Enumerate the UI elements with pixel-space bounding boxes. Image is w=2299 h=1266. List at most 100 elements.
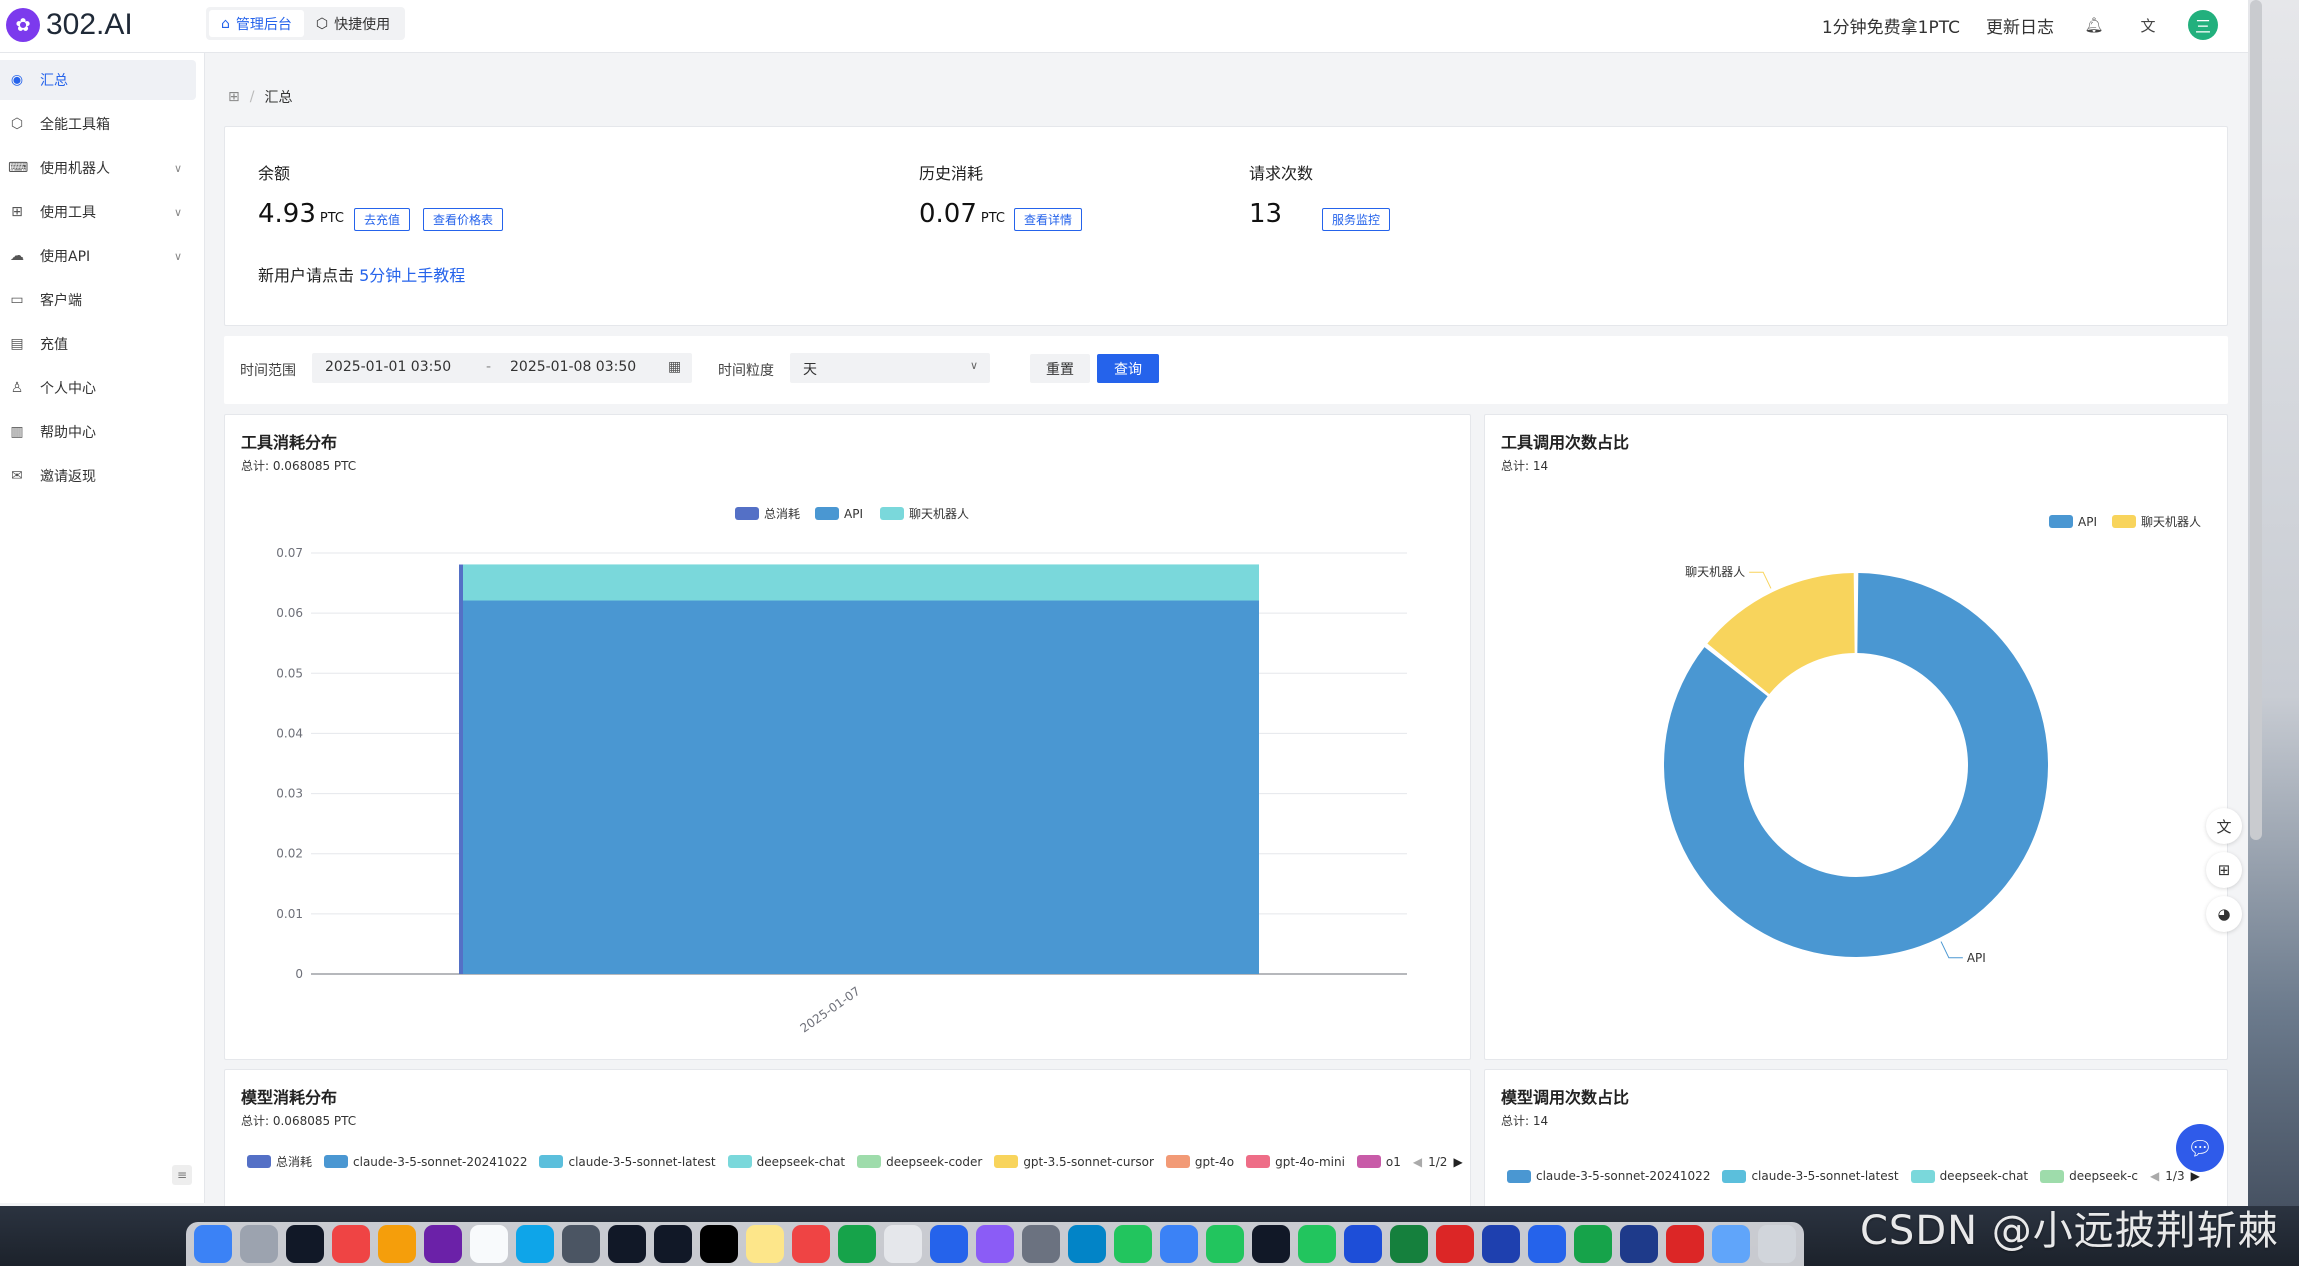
dock-app-icon[interactable] — [1620, 1225, 1658, 1263]
dock-app-icon[interactable] — [1712, 1225, 1750, 1263]
assistant-icon[interactable]: ◕ — [2206, 896, 2242, 932]
start-date[interactable]: 2025-01-01 03:50 — [325, 359, 451, 375]
sidebar-item-toolbox[interactable]: ⬡ 全能工具箱 — [0, 104, 196, 144]
dock-app-icon[interactable] — [194, 1225, 232, 1263]
legend-item[interactable]: gpt-4o — [1165, 1155, 1234, 1169]
dock-app-icon[interactable] — [332, 1225, 370, 1263]
dock-app-icon[interactable] — [1482, 1225, 1520, 1263]
app-logo[interactable]: ✿ 302.AI — [6, 8, 133, 42]
changelog-link[interactable]: 更新日志 — [1986, 13, 2054, 38]
legend-item[interactable]: deepseek-coder — [857, 1155, 982, 1169]
dock-app-icon[interactable] — [240, 1225, 278, 1263]
legend-label: deepseek-c — [2069, 1169, 2139, 1183]
dock-app-icon[interactable] — [884, 1225, 922, 1263]
granularity-select[interactable]: 天 ∨ — [790, 353, 990, 383]
date-range-picker[interactable]: 2025-01-01 03:50 - 2025-01-08 03:50 ▦ — [312, 353, 692, 383]
reset-button[interactable]: 重置 — [1030, 354, 1090, 383]
legend-item[interactable]: gpt-3.5-sonnet-cursor — [994, 1155, 1154, 1169]
watermark: CSDN @小远披荆斩棘 — [1860, 1208, 2279, 1254]
dock-app-icon[interactable] — [516, 1225, 554, 1263]
chat-icon[interactable]: 💬︎ — [2176, 1124, 2224, 1172]
translate-icon[interactable]: 文 — [2206, 808, 2242, 844]
dock-app-icon[interactable] — [378, 1225, 416, 1263]
tutorial-link[interactable]: 5分钟上手教程 — [359, 266, 465, 285]
vertical-scrollbar[interactable] — [2250, 0, 2262, 840]
legend-label: API — [2078, 515, 2097, 529]
y-tick-label: 0.04 — [276, 726, 303, 740]
dock-app-icon[interactable] — [838, 1225, 876, 1263]
dock-app-icon[interactable] — [562, 1225, 600, 1263]
dock-app-icon[interactable] — [1758, 1225, 1796, 1263]
breadcrumb: ⊞ / 汇总 — [228, 87, 292, 107]
dock-app-icon[interactable] — [1022, 1225, 1060, 1263]
translate-icon[interactable]: 文 — [2134, 11, 2162, 39]
sidebar-item-client[interactable]: ▭ 客户端 — [0, 280, 196, 320]
dock-app-icon[interactable] — [1252, 1225, 1290, 1263]
query-button[interactable]: 查询 — [1097, 354, 1159, 383]
apps-icon[interactable]: ⊞ — [2206, 852, 2242, 888]
dock-app-icon[interactable] — [1528, 1225, 1566, 1263]
legend-item[interactable]: claude-3-5-sonnet-latest — [1722, 1169, 1899, 1183]
dock-app-icon[interactable] — [746, 1225, 784, 1263]
dock-app-icon[interactable] — [424, 1225, 462, 1263]
price-list-button[interactable]: 查看价格表 — [423, 208, 504, 231]
sidebar-item-profile[interactable]: ♙ 个人中心 — [0, 368, 196, 408]
history-value: 0.07 PTC — [919, 199, 1005, 229]
sidebar-item-robots[interactable]: ⌨ 使用机器人 ∨ — [0, 148, 196, 188]
legend-item[interactable]: deepseek-chat — [1910, 1169, 2028, 1183]
sidebar-item-recharge[interactable]: ▤ 充值 — [0, 324, 196, 364]
model-calls-card: 模型调用次数占比 总计: 14 claude-3-5-sonnet-202410… — [1484, 1069, 2228, 1209]
legend-item[interactable]: claude-3-5-sonnet-latest — [539, 1155, 716, 1169]
tab-quick-use[interactable]: ⬡ 快捷使用 — [304, 10, 402, 37]
legend-item[interactable]: gpt-4o-mini — [1246, 1155, 1345, 1169]
calendar-icon[interactable]: ▦ — [668, 359, 681, 375]
dock-app-icon[interactable] — [1344, 1225, 1382, 1263]
dashboard-icon: ◉ — [10, 72, 24, 88]
dock-app-icon[interactable] — [1298, 1225, 1336, 1263]
legend-item[interactable]: claude-3-5-sonnet-20241022 — [1507, 1169, 1710, 1183]
next-page-icon[interactable]: ▶ — [1453, 1155, 1462, 1169]
tab-admin[interactable]: ⌂ 管理后台 — [209, 10, 304, 37]
free-ptc-link[interactable]: 1分钟免费拿1PTC — [1822, 13, 1960, 38]
legend-item[interactable]: claude-3-5-sonnet-20241022 — [324, 1155, 527, 1169]
sidebar-item-invite[interactable]: ✉ 邀请返现 — [0, 456, 196, 496]
legend-item[interactable]: deepseek-c — [2040, 1169, 2138, 1183]
prev-page-icon[interactable]: ◀ — [1413, 1155, 1422, 1169]
collapse-sidebar-icon[interactable]: ≡ — [172, 1165, 192, 1185]
dock-app-icon[interactable] — [1068, 1225, 1106, 1263]
sidebar-item-help[interactable]: ▥ 帮助中心 — [0, 412, 196, 452]
legend-item[interactable]: 总消耗 — [247, 1153, 312, 1170]
legend-label: 总消耗 — [276, 1155, 313, 1169]
dock-app-icon[interactable] — [792, 1225, 830, 1263]
dock-app-icon[interactable] — [1436, 1225, 1474, 1263]
tool-cost-card: 工具消耗分布 总计: 0.068085 PTC 0 0.01 0.02 0.03 0.0… — [224, 414, 1471, 1060]
dock-app-icon[interactable] — [1574, 1225, 1612, 1263]
dock-app-icon[interactable] — [1114, 1225, 1152, 1263]
legend-swatch — [815, 507, 839, 520]
dock-app-icon[interactable] — [700, 1225, 738, 1263]
dock-app-icon[interactable] — [1390, 1225, 1428, 1263]
dock-app-icon[interactable] — [1160, 1225, 1198, 1263]
apps-icon[interactable]: ⊞ — [228, 89, 240, 105]
dock-app-icon[interactable] — [1206, 1225, 1244, 1263]
sidebar-item-tools[interactable]: ⊞ 使用工具 ∨ — [0, 192, 196, 232]
sidebar-item-api[interactable]: ☁ 使用API ∨ — [0, 236, 196, 276]
avatar[interactable]: 三 — [2188, 10, 2218, 40]
view-details-button[interactable]: 查看详情 — [1014, 208, 1083, 231]
dock-app-icon[interactable] — [654, 1225, 692, 1263]
bell-icon[interactable]: 🔔︎ — [2080, 11, 2108, 39]
prev-page-icon[interactable]: ◀ — [2150, 1169, 2159, 1183]
dock-app-icon[interactable] — [930, 1225, 968, 1263]
legend-item[interactable]: o1 — [1356, 1155, 1401, 1169]
end-date[interactable]: 2025-01-08 03:50 — [510, 359, 636, 375]
dock-app-icon[interactable] — [286, 1225, 324, 1263]
dock-app-icon[interactable] — [470, 1225, 508, 1263]
sidebar-item-summary[interactable]: ◉ 汇总 — [0, 60, 196, 100]
dock-app-icon[interactable] — [976, 1225, 1014, 1263]
recharge-button[interactable]: 去充值 — [354, 208, 411, 231]
dock-app-icon[interactable] — [608, 1225, 646, 1263]
dock-app-icon[interactable] — [1666, 1225, 1704, 1263]
chevron-down-icon: ∨ — [969, 359, 978, 372]
service-monitor-button[interactable]: 服务监控 — [1322, 208, 1391, 231]
legend-item[interactable]: deepseek-chat — [727, 1155, 845, 1169]
